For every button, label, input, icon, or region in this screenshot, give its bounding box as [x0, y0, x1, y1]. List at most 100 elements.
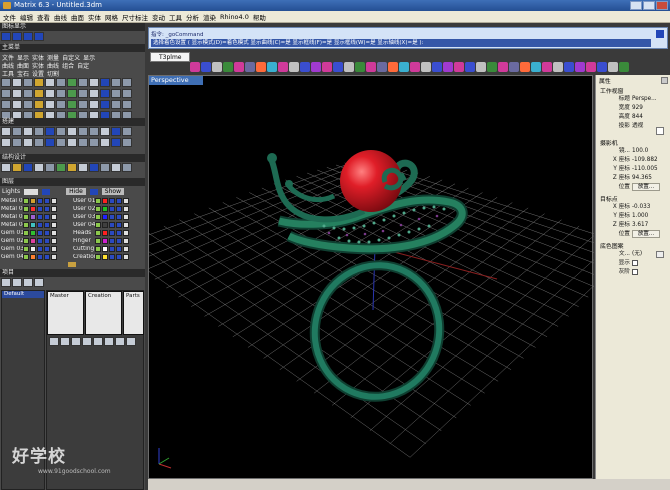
layer-swatch[interactable] — [23, 254, 29, 260]
browse-button[interactable] — [656, 251, 664, 258]
toolbar-tool-icon[interactable] — [465, 62, 475, 72]
tool-icon[interactable] — [122, 163, 132, 172]
layer-swatch[interactable] — [116, 222, 122, 228]
tool-icon[interactable] — [100, 138, 110, 147]
tool-icon[interactable] — [23, 89, 33, 98]
tool-icon[interactable] — [78, 89, 88, 98]
menu-tab[interactable]: 工具 — [2, 69, 14, 78]
layer-swatch[interactable] — [116, 214, 122, 220]
layer-swatch[interactable] — [95, 214, 101, 220]
property-value[interactable]: 844 — [632, 113, 666, 122]
layer-row[interactable]: User 01 — [73, 197, 143, 205]
tool-icon[interactable] — [67, 89, 77, 98]
toolbar-tool-icon[interactable] — [234, 62, 244, 72]
layer-swatch[interactable] — [37, 238, 43, 244]
tool-icon[interactable] — [111, 163, 121, 172]
tool-icon[interactable] — [100, 163, 110, 172]
small-tool-icon[interactable] — [93, 337, 103, 346]
collapse-handle-icon[interactable] — [68, 262, 76, 267]
property-value[interactable]: 94.365 — [632, 174, 666, 183]
layer-swatch[interactable] — [116, 238, 122, 244]
layer-swatch[interactable] — [123, 246, 129, 252]
layer-row[interactable]: Gem 03 — [1, 245, 71, 253]
menu-item[interactable]: Rhino4.0 — [220, 13, 249, 21]
layer-swatch[interactable] — [123, 214, 129, 220]
layer-swatch[interactable] — [51, 222, 57, 228]
tool-icon[interactable] — [45, 100, 55, 109]
tool-icon[interactable] — [34, 89, 44, 98]
layer-row[interactable]: User 04 — [73, 221, 143, 229]
tool-icon[interactable] — [12, 100, 22, 109]
layer-row[interactable]: Cutting — [73, 245, 143, 253]
property-value[interactable]: 100.0 — [632, 147, 666, 156]
tool-icon[interactable] — [100, 127, 110, 136]
tool-icon[interactable] — [67, 163, 77, 172]
tool-icon[interactable] — [89, 138, 99, 147]
tool-icon[interactable] — [56, 89, 66, 98]
perspective-viewport[interactable]: Perspective — [148, 75, 594, 479]
layer-swatch[interactable] — [37, 222, 43, 228]
small-tool-icon[interactable] — [82, 337, 92, 346]
layer-swatch[interactable] — [23, 206, 29, 212]
tool-icon[interactable] — [56, 138, 66, 147]
layer-swatch[interactable] — [51, 214, 57, 220]
layer-swatch[interactable] — [102, 238, 108, 244]
project-tool-icon[interactable] — [34, 278, 44, 287]
small-tool-icon[interactable] — [126, 337, 136, 346]
layer-swatch[interactable] — [37, 230, 43, 236]
tool-icon[interactable] — [78, 163, 88, 172]
tool-icon[interactable] — [100, 100, 110, 109]
tool-icon[interactable] — [111, 89, 121, 98]
command-scroll-icon[interactable] — [656, 30, 664, 38]
tool-icon[interactable] — [12, 89, 22, 98]
toolbar-tool-icon[interactable] — [410, 62, 420, 72]
tool-icon[interactable] — [56, 127, 66, 136]
property-value[interactable]: -110.005 — [632, 165, 666, 174]
layer-swatch[interactable] — [44, 198, 50, 204]
viewport-tab[interactable]: T3plme — [150, 52, 190, 62]
property-value[interactable]: Perspe... — [632, 95, 666, 104]
tool-icon[interactable] — [12, 127, 22, 136]
toolbar-tool-icon[interactable] — [267, 62, 277, 72]
toolbar-tool-icon[interactable] — [190, 62, 200, 72]
tool-icon[interactable] — [1, 138, 11, 147]
layer-row[interactable]: Metal 03 — [1, 213, 71, 221]
project-tool-icon[interactable] — [23, 278, 33, 287]
toolbar-tool-icon[interactable] — [300, 62, 310, 72]
layer-swatch[interactable] — [44, 206, 50, 212]
toolbar-tool-icon[interactable] — [256, 62, 266, 72]
toolbar-tool-icon[interactable] — [223, 62, 233, 72]
layer-swatch[interactable] — [109, 230, 115, 236]
layer-swatch[interactable] — [95, 238, 101, 244]
tool-icon[interactable] — [89, 127, 99, 136]
property-value[interactable]: -109.882 — [632, 156, 666, 165]
layer-swatch[interactable] — [95, 222, 101, 228]
layer-swatch[interactable] — [51, 254, 57, 260]
menu-item[interactable]: 文件 — [3, 12, 16, 22]
tool-icon[interactable] — [1, 127, 11, 136]
toolbar-tool-icon[interactable] — [509, 62, 519, 72]
layer-swatch[interactable] — [44, 238, 50, 244]
tool-icon[interactable] — [89, 89, 99, 98]
tool-icon[interactable] — [1, 100, 11, 109]
layer-swatch[interactable] — [116, 206, 122, 212]
tool-icon[interactable] — [1, 89, 11, 98]
menu-item[interactable]: 尺寸标注 — [122, 12, 148, 22]
tool-icon[interactable] — [34, 100, 44, 109]
tool-icon[interactable] — [56, 100, 66, 109]
layer-swatch[interactable] — [102, 198, 108, 204]
hide-button[interactable]: Hide — [66, 188, 86, 195]
view-icon[interactable] — [34, 32, 44, 41]
tool-icon[interactable] — [111, 78, 121, 87]
tool-icon[interactable] — [23, 163, 33, 172]
toolbar-tool-icon[interactable] — [487, 62, 497, 72]
layer-swatch[interactable] — [44, 214, 50, 220]
tool-icon[interactable] — [1, 163, 11, 172]
toolbar-tool-icon[interactable] — [520, 62, 530, 72]
property-value[interactable]: 3.617 — [632, 221, 666, 230]
close-button[interactable] — [656, 1, 668, 10]
toolbar-tool-icon[interactable] — [498, 62, 508, 72]
layer-swatch[interactable] — [51, 230, 57, 236]
tool-icon[interactable] — [1, 78, 11, 87]
layer-swatch[interactable] — [102, 206, 108, 212]
